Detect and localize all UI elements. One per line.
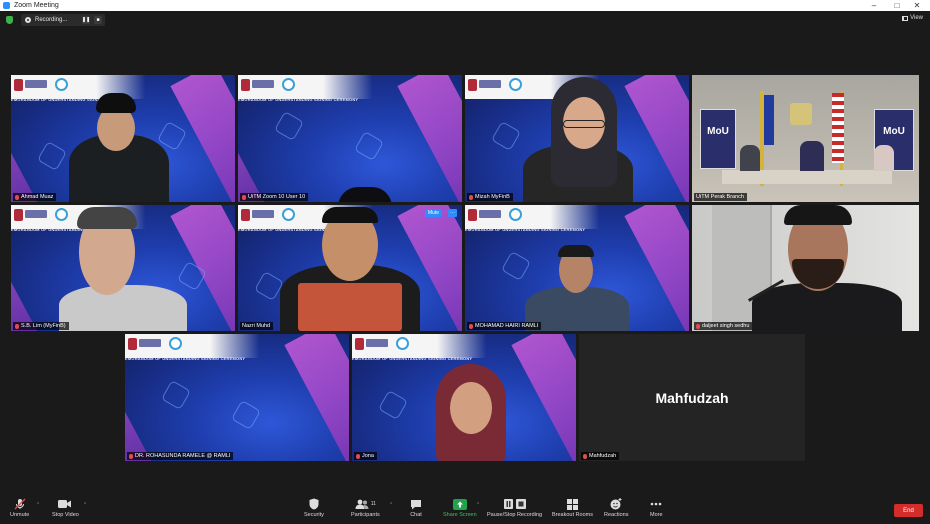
partner-logo [55, 208, 68, 221]
participant-name: Jona [354, 452, 377, 460]
participant-name: daljeet singh sedhu [694, 322, 753, 330]
uitm-logo [468, 79, 477, 91]
share-screen-button[interactable]: Share Screen [443, 498, 477, 518]
breakout-rooms-button[interactable]: Breakout Rooms [552, 498, 593, 518]
muted-mic-icon [15, 194, 19, 200]
video-options-caret[interactable]: ⌃ [83, 502, 87, 508]
meeting-topbar: Recording... ❚❚ ■ View [0, 11, 930, 29]
uitm-logo [14, 79, 23, 91]
uitm-logo [128, 338, 137, 350]
participants-options-caret[interactable]: ⌃ [389, 502, 393, 508]
pause-stop-recording-button[interactable]: Pause/Stop Recording [487, 498, 542, 518]
partner-logo [282, 208, 295, 221]
view-button[interactable]: View [902, 15, 923, 21]
end-meeting-button[interactable]: End [894, 504, 923, 517]
audio-options-caret[interactable]: ⌃ [36, 502, 40, 508]
participant-name: S.B. Lim (MyFinB) [13, 322, 69, 330]
participant-name: DR. ROHASUNDA RAMELE @ RAMLI [127, 452, 234, 460]
grid-view-icon [902, 15, 909, 21]
ellipsis-icon [650, 498, 662, 510]
security-button[interactable]: Security [304, 498, 324, 518]
video-tile[interactable]: Mizah MyFinB [465, 75, 689, 202]
muted-mic-icon [242, 194, 246, 200]
view-label: View [910, 15, 923, 21]
participant-name: UiTM Perak Branch [694, 193, 747, 201]
recording-label: Recording... [35, 17, 68, 23]
partner-logo [169, 337, 182, 350]
video-tile[interactable]: EMORANDUM OF UNDERSTANDING SIGNING CEREM… [465, 205, 689, 331]
muted-mic-icon [129, 453, 133, 459]
participant-name: MOHAMAD HAIRI RAMLI [467, 322, 542, 330]
participant-name: Mahfudzah [581, 452, 620, 460]
participants-button[interactable]: 11 Participants [351, 498, 380, 518]
uitm-logo [14, 209, 23, 221]
video-tile-active-speaker[interactable]: MoU MoU UiTM Perak Branch [692, 75, 919, 202]
recording-icon [25, 17, 31, 23]
uitm-logo [355, 338, 364, 350]
video-tile[interactable]: EMORANDUM OF UNDERSTANDING SIGNING CEREM… [11, 205, 235, 331]
mute-participant-button[interactable]: Mute [424, 209, 442, 217]
emoji-plus-icon [610, 498, 622, 510]
participant-name: Mizah MyFinB [467, 193, 513, 201]
stop-video-button[interactable]: Stop Video [52, 498, 79, 518]
partner-logo [509, 78, 522, 91]
muted-mic-icon [469, 194, 473, 200]
participant-more-button[interactable]: ··· [448, 209, 457, 217]
pause-stop-icon [503, 498, 526, 510]
stop-recording-icon[interactable]: ■ [94, 16, 102, 24]
reactions-button[interactable]: Reactions [604, 498, 628, 518]
participant-name: Ahmad Muaz [13, 193, 57, 201]
security-shield-icon[interactable] [6, 16, 13, 24]
muted-mic-icon [15, 323, 19, 329]
partner-logo [509, 208, 522, 221]
participant-name: UiTM Zoom 10 User 10 [240, 193, 309, 201]
video-tile[interactable]: Mahfudzah Mahfudzah [579, 334, 805, 461]
participants-count: 11 [370, 501, 376, 507]
chat-bubble-icon [410, 498, 422, 510]
unmute-button[interactable]: Unmute [10, 498, 29, 518]
video-tile[interactable]: EMORANDUM OF UNDERSTANDING SIGNING CEREM… [238, 75, 462, 202]
uitm-logo [241, 79, 250, 91]
muted-mic-icon [14, 498, 26, 510]
partner-logo [55, 78, 68, 91]
muted-mic-icon [356, 453, 360, 459]
shield-icon [309, 498, 319, 510]
uitm-logo [468, 209, 477, 221]
chat-button[interactable]: Chat [410, 498, 422, 518]
participant-display-name: Mahfudzah [655, 389, 729, 406]
partner-logo [396, 337, 409, 350]
breakout-rooms-icon [566, 498, 578, 510]
muted-mic-icon [583, 453, 587, 459]
zoom-app-icon [3, 2, 10, 9]
participant-name: Nazri Muhd [240, 322, 274, 330]
muted-mic-icon [696, 323, 700, 329]
participants-icon [355, 499, 369, 509]
video-tile[interactable]: EMORANDUM OF UNDERSTANDING SIGNING CEREM… [352, 334, 576, 461]
close-button[interactable]: ✕ [906, 0, 928, 11]
meeting-toolbar: Unmute ⌃ Stop Video ⌃ Security 11 Partic… [0, 496, 930, 524]
window-titlebar: Zoom Meeting – □ ✕ [0, 0, 930, 11]
minimize-button[interactable]: – [863, 0, 885, 11]
muted-mic-icon [469, 323, 473, 329]
video-camera-icon [58, 498, 72, 510]
share-options-caret[interactable]: ⌃ [476, 502, 480, 508]
more-button[interactable]: More [650, 498, 663, 518]
share-screen-icon [452, 498, 467, 510]
video-tile[interactable]: daljeet singh sedhu [692, 205, 919, 331]
pause-recording-icon[interactable]: ❚❚ [82, 16, 90, 24]
window-title: Zoom Meeting [14, 2, 59, 9]
video-tile[interactable]: EMORANDUM OF UNDERSTANDING SIGNING CEREM… [238, 205, 462, 331]
partner-logo [282, 78, 295, 91]
maximize-button[interactable]: □ [886, 0, 908, 11]
video-tile[interactable]: EMORANDUM OF UNDERSTANDING SIGNING CEREM… [125, 334, 349, 461]
recording-indicator: Recording... ❚❚ ■ [21, 14, 105, 26]
uitm-logo [241, 209, 250, 221]
video-tile[interactable]: EMORANDUM OF UNDERSTANDING SIGNING CEREM… [11, 75, 235, 202]
